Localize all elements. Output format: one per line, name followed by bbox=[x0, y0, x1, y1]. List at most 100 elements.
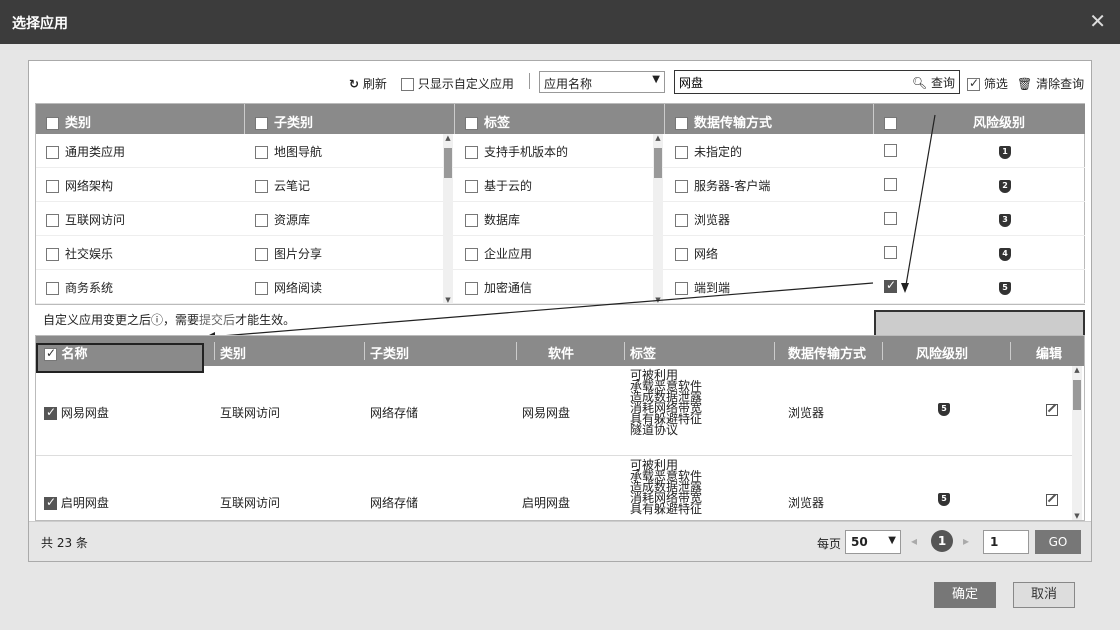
transfer-checkbox[interactable] bbox=[675, 214, 688, 227]
submit-link[interactable]: 提交后 bbox=[199, 313, 235, 327]
transfer-filter-item[interactable]: 网络 bbox=[665, 236, 874, 270]
risk-filter-header: 风险级别 bbox=[874, 104, 1085, 134]
search-field-select[interactable]: 应用名称 ▼ bbox=[539, 71, 665, 93]
tag-filter-item[interactable]: 基于云的 bbox=[455, 168, 665, 202]
per-page-select[interactable]: 50 ▼ bbox=[845, 530, 901, 554]
cancel-button[interactable]: 取消 bbox=[1013, 582, 1075, 608]
scroll-down-icon[interactable]: ▼ bbox=[443, 296, 453, 304]
transfer-select-all[interactable] bbox=[675, 117, 688, 130]
tag-select-all[interactable] bbox=[465, 117, 478, 130]
category-checkbox[interactable] bbox=[46, 180, 59, 193]
category-filter-item[interactable]: 网络架构 bbox=[36, 168, 245, 202]
edit-icon[interactable] bbox=[1046, 494, 1058, 506]
current-page-badge[interactable]: 1 bbox=[931, 530, 953, 552]
category-checkbox[interactable] bbox=[46, 214, 59, 227]
tag-checkbox[interactable] bbox=[465, 248, 478, 261]
subcategory-filter-item[interactable]: 云笔记 bbox=[245, 168, 455, 202]
scroll-thumb[interactable] bbox=[1073, 380, 1081, 410]
query-label: 查询 bbox=[930, 76, 955, 90]
prev-page-icon[interactable]: ◂ bbox=[911, 534, 917, 548]
confirm-button[interactable]: 确定 bbox=[934, 582, 996, 608]
filter-toggle[interactable]: 筛选 bbox=[967, 75, 1008, 92]
dialog-body: ↻ 刷新 只显示自定义应用 应用名称 ▼ 🔍︎ 查询 筛选 bbox=[0, 44, 1120, 630]
scroll-up-icon[interactable]: ▲ bbox=[653, 134, 663, 142]
subcategory-checkbox[interactable] bbox=[255, 248, 268, 261]
page-input[interactable]: 1 bbox=[983, 530, 1029, 554]
category-select-all[interactable] bbox=[46, 117, 59, 130]
tag-filter-item[interactable]: 数据库 bbox=[455, 202, 665, 236]
transfer-checkbox[interactable] bbox=[675, 248, 688, 261]
transfer-checkbox[interactable] bbox=[675, 146, 688, 159]
transfer-checkbox[interactable] bbox=[675, 282, 688, 295]
subcategory-select-all[interactable] bbox=[255, 117, 268, 130]
category-filter-item[interactable]: 通用类应用 bbox=[36, 134, 245, 168]
scroll-up-icon[interactable]: ▲ bbox=[443, 134, 453, 142]
row-checkbox[interactable] bbox=[44, 405, 57, 420]
close-icon[interactable]: ✕ bbox=[1089, 9, 1106, 33]
tag-filter-item[interactable]: 支持手机版本的 bbox=[455, 134, 665, 168]
tag-checkbox[interactable] bbox=[465, 282, 478, 295]
tag-scrollbar[interactable]: ▲ ▼ bbox=[653, 134, 663, 304]
scroll-thumb[interactable] bbox=[654, 148, 662, 178]
risk-filter-item[interactable]: 4 bbox=[874, 236, 1085, 270]
name-column-header[interactable]: 名称 bbox=[44, 343, 88, 362]
risk-checkbox[interactable] bbox=[884, 212, 897, 225]
category-filter-header: 类别 bbox=[36, 104, 245, 134]
subcategory-filter-item[interactable]: 资源库 bbox=[245, 202, 455, 236]
category-filter-item[interactable]: 商务系统 bbox=[36, 270, 245, 304]
filter-checkbox[interactable] bbox=[967, 76, 980, 91]
table-row[interactable]: 启明网盘 互联网访问 网络存储 启明网盘 可被利用 承载恶意软件 造成数据泄露 … bbox=[36, 456, 1072, 522]
tag-filter-item[interactable]: 企业应用 bbox=[455, 236, 665, 270]
transfer-filter-item[interactable]: 未指定的 bbox=[665, 134, 874, 168]
transfer-checkbox[interactable] bbox=[675, 180, 688, 193]
subcategory-filter-item[interactable]: 图片分享 bbox=[245, 236, 455, 270]
edit-icon[interactable] bbox=[1046, 404, 1058, 416]
risk-checkbox[interactable] bbox=[884, 144, 897, 157]
subcategory-filter-item[interactable]: 网络阅读 bbox=[245, 270, 455, 304]
category-filter-item[interactable]: 社交娱乐 bbox=[36, 236, 245, 270]
risk-checkbox[interactable] bbox=[884, 178, 897, 191]
tag-filter-item[interactable]: 加密通信 bbox=[455, 270, 665, 304]
custom-only-checkbox[interactable] bbox=[401, 78, 414, 91]
shield-icon: 3 bbox=[999, 214, 1011, 227]
category-filter-item[interactable]: 互联网访问 bbox=[36, 202, 245, 236]
risk-checkbox[interactable] bbox=[884, 246, 897, 259]
subcategory-checkbox[interactable] bbox=[255, 282, 268, 295]
scroll-down-icon[interactable]: ▼ bbox=[1072, 512, 1082, 520]
clear-query-button[interactable]: 🗑︎ 清除查询 bbox=[1017, 75, 1084, 92]
risk-filter-item[interactable]: 1 bbox=[874, 134, 1085, 168]
scroll-down-icon[interactable]: ▼ bbox=[653, 296, 663, 304]
transfer-filter-item[interactable]: 服务器-客户端 bbox=[665, 168, 874, 202]
go-button[interactable]: GO bbox=[1035, 530, 1081, 554]
risk-checkbox[interactable] bbox=[884, 278, 897, 293]
transfer-filter-item[interactable]: 浏览器 bbox=[665, 202, 874, 236]
refresh-button[interactable]: ↻ 刷新 bbox=[349, 75, 387, 92]
subcategory-scrollbar[interactable]: ▲ ▼ bbox=[443, 134, 453, 304]
subcategory-checkbox[interactable] bbox=[255, 180, 268, 193]
category-checkbox[interactable] bbox=[46, 248, 59, 261]
transfer-filter-item[interactable]: 端到端 bbox=[665, 270, 874, 304]
select-all-checkbox[interactable] bbox=[44, 346, 57, 361]
search-input[interactable] bbox=[675, 71, 895, 93]
help-icon[interactable]: ⓘ bbox=[151, 313, 163, 327]
scroll-up-icon[interactable]: ▲ bbox=[1072, 366, 1082, 374]
risk-filter-item[interactable]: 5 bbox=[874, 270, 1085, 304]
tag-checkbox[interactable] bbox=[465, 214, 478, 227]
risk-select-all[interactable] bbox=[884, 117, 897, 130]
scroll-thumb[interactable] bbox=[444, 148, 452, 178]
table-scrollbar[interactable]: ▲ ▼ bbox=[1072, 366, 1082, 520]
category-checkbox[interactable] bbox=[46, 282, 59, 295]
subcategory-filter-item[interactable]: 地图导航 bbox=[245, 134, 455, 168]
tag-checkbox[interactable] bbox=[465, 180, 478, 193]
tag-checkbox[interactable] bbox=[465, 146, 478, 159]
category-checkbox[interactable] bbox=[46, 146, 59, 159]
subcategory-checkbox[interactable] bbox=[255, 146, 268, 159]
row-checkbox[interactable] bbox=[44, 495, 57, 510]
next-page-icon[interactable]: ▸ bbox=[963, 534, 969, 548]
risk-filter-item[interactable]: 3 bbox=[874, 202, 1085, 236]
subcategory-checkbox[interactable] bbox=[255, 214, 268, 227]
query-button[interactable]: 🔍︎ 查询 bbox=[912, 74, 955, 91]
table-row[interactable]: 网易网盘 互联网访问 网络存储 网易网盘 可被利用 承载恶意软件 造成数据泄露 … bbox=[36, 366, 1072, 456]
custom-only-toggle[interactable]: 只显示自定义应用 bbox=[401, 75, 514, 92]
risk-filter-item[interactable]: 2 bbox=[874, 168, 1085, 202]
